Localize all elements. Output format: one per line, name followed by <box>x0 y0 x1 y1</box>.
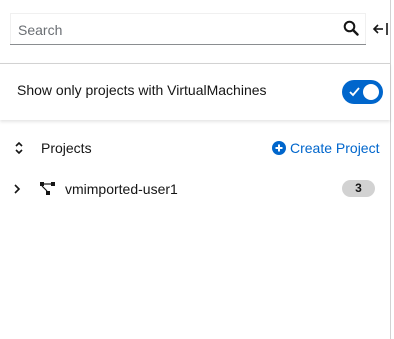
chevron-right-icon[interactable] <box>13 183 21 195</box>
search-icon[interactable] <box>343 20 359 36</box>
create-project-label: Create Project <box>290 140 380 156</box>
vm-filter-toggle[interactable] <box>342 80 383 104</box>
project-icon <box>40 182 55 195</box>
vm-filter-section: Show only projects with VirtualMachines <box>0 63 390 120</box>
search-box[interactable] <box>10 13 366 45</box>
project-name[interactable]: vmimported-user1 <box>65 181 178 197</box>
check-icon <box>349 87 360 97</box>
projects-header: Projects Create Project <box>0 138 390 160</box>
plus-circle-icon <box>272 141 286 155</box>
vm-count-badge: 3 <box>342 180 375 197</box>
search-input[interactable] <box>16 17 340 43</box>
project-tree-row[interactable]: vmimported-user1 3 <box>0 178 390 200</box>
toggle-knob <box>363 84 379 100</box>
projects-title: Projects <box>41 140 92 156</box>
vm-filter-label: Show only projects with VirtualMachines <box>17 82 267 98</box>
search-row <box>10 13 390 45</box>
projects-tree-panel: Show only projects with VirtualMachines … <box>0 0 391 339</box>
collapse-panel-icon[interactable] <box>372 21 390 37</box>
sort-icon[interactable] <box>14 140 24 156</box>
